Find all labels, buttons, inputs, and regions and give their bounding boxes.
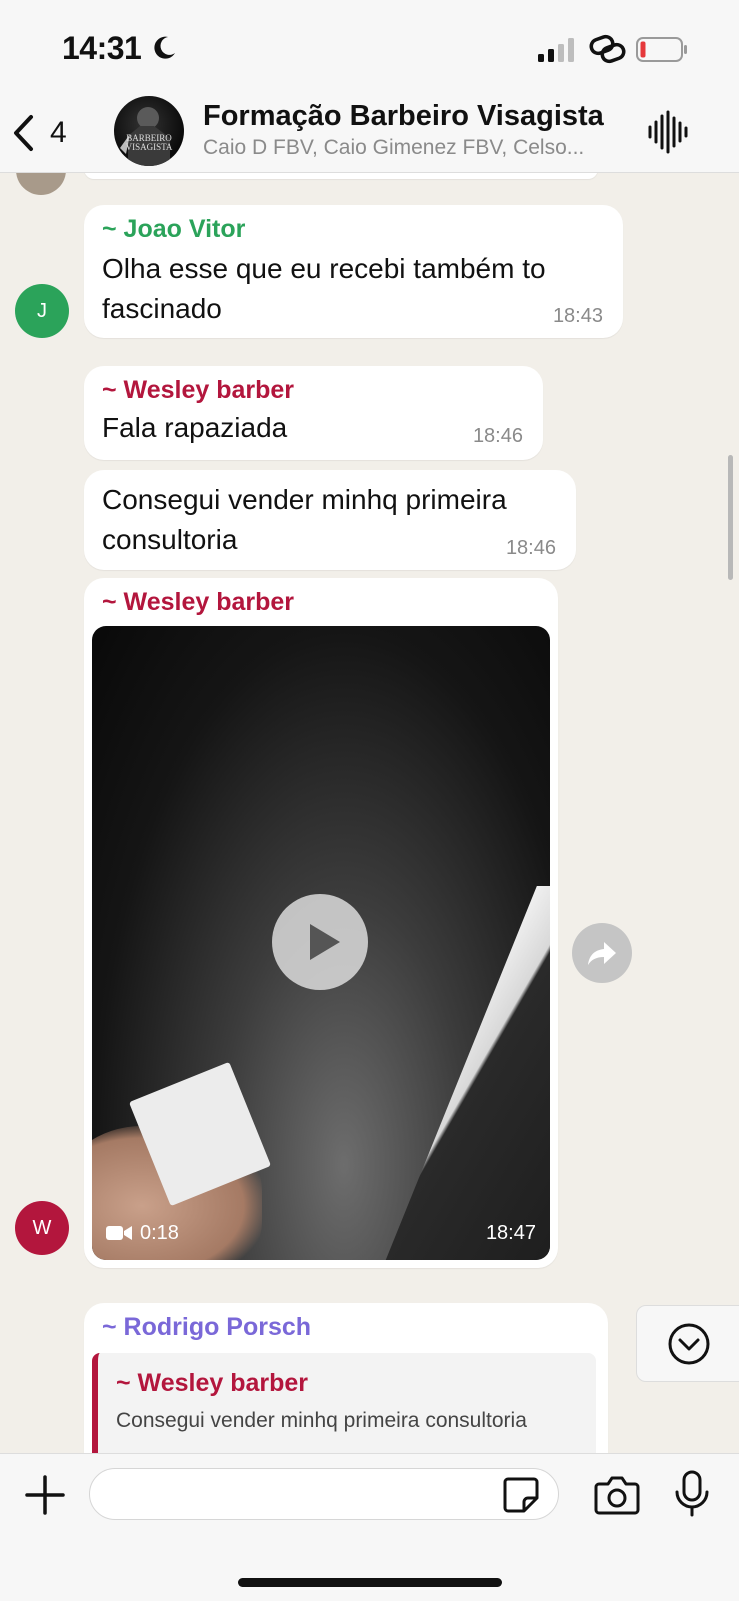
camera-icon[interactable]: [594, 1474, 640, 1516]
message-sender: ~ Wesley barber: [102, 588, 295, 616]
video-message-bubble[interactable]: ~ Wesley barber 0:18 18:47: [84, 578, 558, 1268]
message-time: 18:43: [552, 305, 603, 327]
microphone-icon[interactable]: [674, 1470, 710, 1518]
message-bubble[interactable]: Consegui vender minhq primeira consultor…: [84, 470, 576, 570]
unread-count: 4: [50, 116, 67, 149]
message-time: 18:46: [505, 537, 556, 559]
group-logo-text: BARBEIRO VISAGISTA: [125, 133, 173, 152]
quoted-sender: ~ Wesley barber: [116, 1369, 309, 1397]
home-indicator[interactable]: [238, 1578, 502, 1587]
message-bubble[interactable]: ~ Rodrigo Porsch ~ Wesley barber Consegu…: [84, 1303, 608, 1453]
group-title[interactable]: Formação Barbeiro Visagista: [203, 100, 623, 133]
video-thumbnail[interactable]: 0:18 18:47: [92, 626, 550, 1260]
message-text: Olha esse que eu recebi também to fascin…: [102, 253, 546, 324]
message-sender: ~ Rodrigo Porsch: [102, 1313, 312, 1341]
message-bubble[interactable]: ~ Joao Vitor Olha esse que eu recebi tam…: [84, 205, 623, 338]
quoted-message[interactable]: ~ Wesley barber Consegui vender minhq pr…: [92, 1353, 596, 1453]
chat-header: 4 BARBEIRO VISAGISTA Formação Barbeiro V…: [0, 96, 739, 173]
plus-icon[interactable]: [24, 1474, 66, 1516]
message-time: 18:46: [472, 425, 523, 447]
chat-area[interactable]: ~ Joao Vitor Olha esse que eu recebi tam…: [0, 173, 739, 1453]
scrollbar[interactable]: [728, 455, 733, 580]
back-chevron-icon: [14, 115, 33, 151]
quoted-text: Consegui vender minhq primeira consultor…: [116, 1409, 527, 1432]
message-bubble[interactable]: ~ Wesley barber Fala rapaziada 18:46: [84, 366, 543, 460]
scroll-to-bottom-button[interactable]: [636, 1305, 739, 1382]
moon-icon: [154, 36, 175, 59]
play-icon[interactable]: [272, 894, 368, 990]
back-button[interactable]: 4: [12, 110, 82, 156]
signal-icon: [538, 38, 574, 62]
forward-icon[interactable]: [572, 923, 632, 983]
video-camera-icon: [106, 1226, 132, 1240]
video-frame-wall: [367, 886, 550, 1260]
video-duration: 0:18: [140, 1222, 179, 1244]
message-time: 18:47: [485, 1222, 536, 1244]
message-sender: ~ Wesley barber: [102, 376, 295, 404]
battery-icon: [636, 37, 687, 62]
input-bar: [0, 1453, 739, 1601]
avatar[interactable]: J: [15, 284, 69, 338]
avatar: [16, 173, 66, 195]
message-sender: ~ Joao Vitor: [102, 215, 246, 243]
sticker-icon[interactable]: [502, 1476, 540, 1514]
avatar[interactable]: W: [15, 1201, 69, 1255]
message-text: Consegui vender minhq primeira consultor…: [102, 484, 507, 555]
message-text: Fala rapaziada: [102, 412, 288, 443]
audio-wave-icon[interactable]: [646, 110, 690, 154]
link-icon: [589, 34, 626, 64]
group-logo-image: [120, 107, 170, 166]
status-time: 14:31: [62, 30, 142, 66]
group-members[interactable]: Caio D FBV, Caio Gimenez FBV, Celso...: [203, 136, 623, 160]
group-avatar[interactable]: BARBEIRO VISAGISTA: [114, 96, 184, 166]
message-input[interactable]: [89, 1468, 559, 1520]
message-bubble-partial: [84, 173, 598, 179]
status-bar: 14:31: [0, 0, 739, 96]
chevron-down-icon: [668, 1323, 710, 1365]
